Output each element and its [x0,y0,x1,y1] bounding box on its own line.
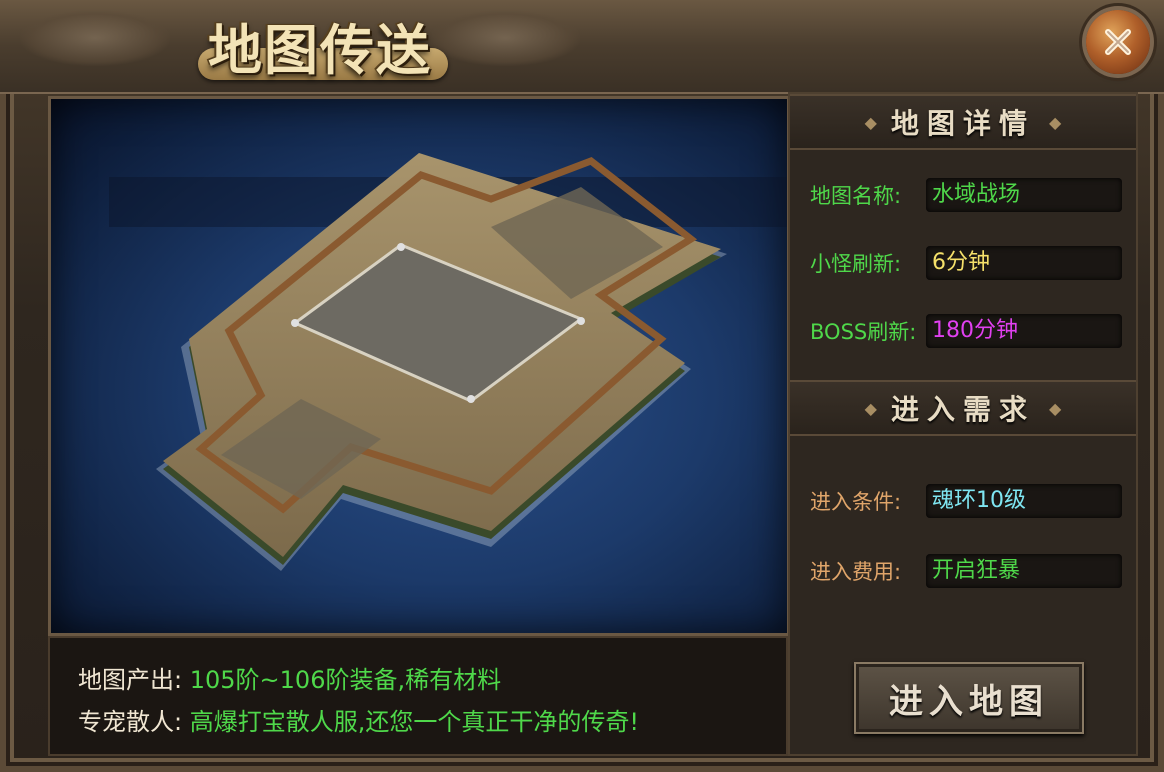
cost-label: 进入费用: [810,560,902,584]
diamond-icon: ◆ [864,112,877,132]
boss-refresh-field: BOSS刷新: 180分钟 [810,314,1122,348]
requirements-header: ◆ 进入需求 ◆ [790,380,1136,436]
output-row: 地图产出: 105阶~106阶装备,稀有材料 [78,660,501,695]
minion-refresh-label: 小怪刷新: [810,252,902,276]
side-panel: ◆ 地图详情 ◆ 地图名称: 水域战场 小怪刷新: 6分钟 BOSS刷新: 18… [788,92,1138,756]
window-title: 地图传送 [208,17,432,82]
map-name-label: 地图名称: [810,184,902,208]
diamond-icon: ◆ [1049,398,1062,418]
condition-value: 魂环10级 [926,484,1122,518]
boss-refresh-label: BOSS刷新: [810,320,917,344]
map-name-value: 水域战场 [926,178,1122,212]
teleport-window: 地图传送 地图产出: 105阶~106阶装备,稀有材料 专宠散人: 高爆打宝散人… [0,0,1164,772]
condition-label: 进入条件: [810,490,902,514]
enter-map-label: 进入地图 [889,681,1049,722]
close-x-icon [1105,29,1131,55]
cost-field: 进入费用: 开启狂暴 [810,554,1122,588]
map-info-bar: 地图产出: 105阶~106阶装备,稀有材料 专宠散人: 高爆打宝散人服,还您一… [48,636,788,756]
output-label: 地图产出: [78,666,183,694]
boss-refresh-value: 180分钟 [926,314,1122,348]
map-preview [48,96,790,636]
requirements-title: 进入需求 [890,393,1035,426]
pet-row: 专宠散人: 高爆打宝散人服,还您一个真正干净的传奇! [78,702,639,737]
map-island-illustration [156,153,727,571]
pet-label: 专宠散人: [78,708,183,736]
pet-value: 高爆打宝散人服,还您一个真正干净的传奇! [189,708,639,736]
minion-refresh-value: 6分钟 [926,246,1122,280]
map-details-title: 地图详情 [890,107,1035,140]
output-value: 105阶~106阶装备,稀有材料 [189,666,502,694]
diamond-icon: ◆ [1049,112,1062,132]
map-name-field: 地图名称: 水域战场 [810,178,1122,212]
diamond-icon: ◆ [864,398,877,418]
header-ornament-left [20,10,170,66]
map-details-header: ◆ 地图详情 ◆ [790,94,1136,150]
enter-map-button[interactable]: 进入地图 [854,662,1084,734]
cost-value: 开启狂暴 [926,554,1122,588]
close-button[interactable] [1086,10,1150,74]
minion-refresh-field: 小怪刷新: 6分钟 [810,246,1122,280]
title-plate: 地图传送 [170,2,470,88]
condition-field: 进入条件: 魂环10级 [810,484,1122,518]
